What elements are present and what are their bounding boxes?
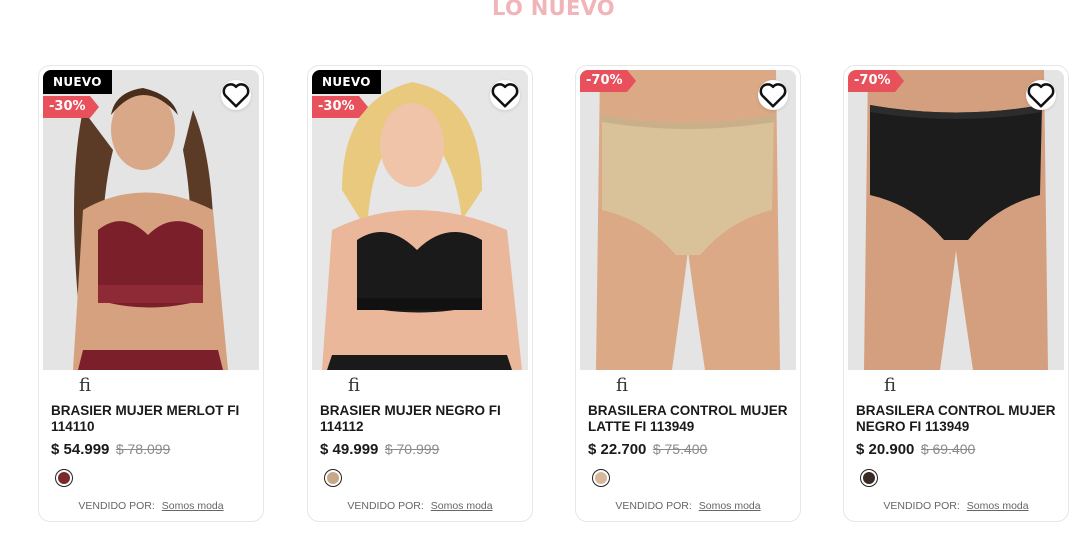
price-block: $ 20.900 $ 69.400 xyxy=(856,441,975,459)
discount-badge: -30% xyxy=(312,96,368,118)
seller-label: VENDIDO POR: xyxy=(615,500,692,512)
seller-link[interactable]: Somos moda xyxy=(699,500,761,512)
seller-info: VENDIDO POR: Somos moda xyxy=(576,500,800,512)
old-price: $ 69.400 xyxy=(920,441,976,457)
color-swatch[interactable] xyxy=(55,469,73,487)
discount-badge: -70% xyxy=(848,70,904,92)
discount-badge: -30% xyxy=(43,96,99,118)
product-card[interactable]: -70% fi BRASILERA CONTROL MUJER NEGRO FI… xyxy=(843,65,1069,522)
product-name[interactable]: BRASILERA CONTROL MUJER NEGRO FI 113949 xyxy=(856,403,1061,435)
favorite-button[interactable] xyxy=(758,80,788,110)
seller-label: VENDIDO POR: xyxy=(883,500,960,512)
section-title: LO NUEVO xyxy=(492,0,615,20)
product-image[interactable]: -70% xyxy=(580,70,796,370)
product-image[interactable]: NUEVO -30% xyxy=(43,70,259,370)
favorite-button[interactable] xyxy=(1026,80,1056,110)
brand-logo: fi xyxy=(79,375,92,396)
price-block: $ 54.999 $ 78.099 xyxy=(51,441,170,459)
favorite-button[interactable] xyxy=(490,80,520,110)
product-name[interactable]: BRASILERA CONTROL MUJER LATTE FI 113949 xyxy=(588,403,793,435)
seller-link[interactable]: Somos moda xyxy=(431,500,493,512)
seller-link[interactable]: Somos moda xyxy=(162,500,224,512)
brand-logo: fi xyxy=(884,375,897,396)
product-card[interactable]: NUEVO -30% fi BRASIER MUJER MERLOT FI 11… xyxy=(38,65,264,522)
current-price: $ 49.999 xyxy=(320,441,379,458)
new-badge: NUEVO xyxy=(312,70,381,94)
product-card[interactable]: -70% fi BRASILERA CONTROL MUJER LATTE FI… xyxy=(575,65,801,522)
color-swatch[interactable] xyxy=(860,469,878,487)
discount-badge: -70% xyxy=(580,70,636,92)
color-swatch[interactable] xyxy=(592,469,610,487)
heart-icon xyxy=(1027,83,1055,108)
old-price: $ 70.999 xyxy=(384,441,440,457)
product-image[interactable]: -70% xyxy=(848,70,1064,370)
current-price: $ 22.700 xyxy=(588,441,647,458)
brand-logo: fi xyxy=(616,375,629,396)
heart-icon xyxy=(759,83,787,108)
heart-icon xyxy=(222,83,250,108)
price-block: $ 22.700 $ 75.400 xyxy=(588,441,707,459)
product-card[interactable]: NUEVO -30% fi BRASIER MUJER NEGRO FI 114… xyxy=(307,65,533,522)
seller-label: VENDIDO POR: xyxy=(78,500,155,512)
product-image[interactable]: NUEVO -30% xyxy=(312,70,528,370)
favorite-button[interactable] xyxy=(221,80,251,110)
heart-icon xyxy=(491,83,519,108)
seller-link[interactable]: Somos moda xyxy=(967,500,1029,512)
current-price: $ 54.999 xyxy=(51,441,110,458)
old-price: $ 78.099 xyxy=(115,441,171,457)
new-badge: NUEVO xyxy=(43,70,112,94)
seller-info: VENDIDO POR: Somos moda xyxy=(39,500,263,512)
price-block: $ 49.999 $ 70.999 xyxy=(320,441,439,459)
old-price: $ 75.400 xyxy=(652,441,708,457)
product-name[interactable]: BRASIER MUJER NEGRO FI 114112 xyxy=(320,403,525,435)
current-price: $ 20.900 xyxy=(856,441,915,458)
seller-label: VENDIDO POR: xyxy=(347,500,424,512)
seller-info: VENDIDO POR: Somos moda xyxy=(844,500,1068,512)
product-name[interactable]: BRASIER MUJER MERLOT FI 114110 xyxy=(51,403,256,435)
brand-logo: fi xyxy=(348,375,361,396)
color-swatch[interactable] xyxy=(324,469,342,487)
seller-info: VENDIDO POR: Somos moda xyxy=(308,500,532,512)
